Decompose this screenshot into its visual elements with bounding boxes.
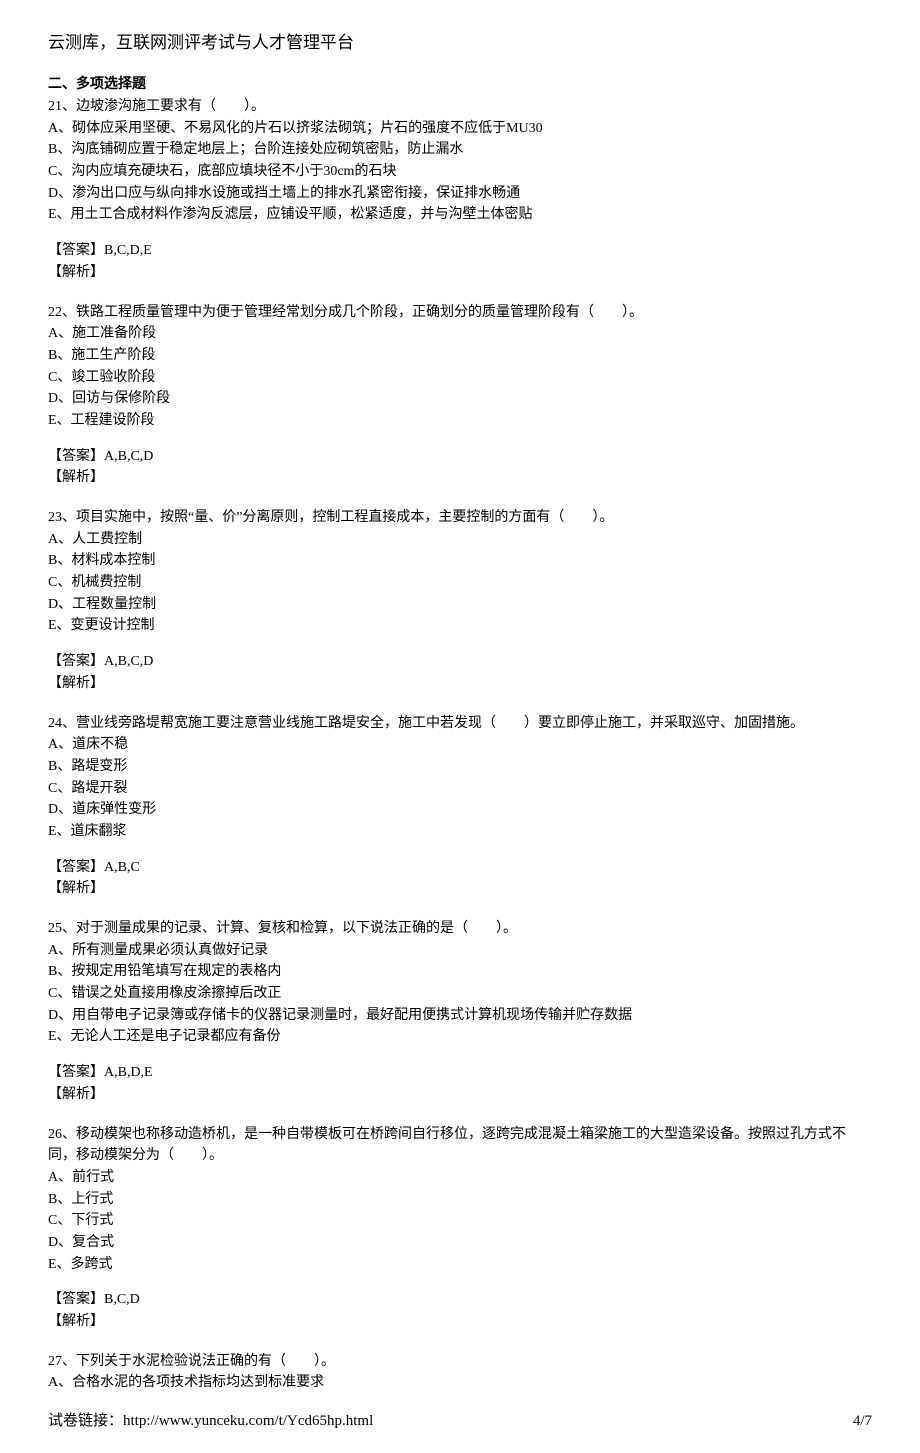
- spacer: [48, 1337, 872, 1351]
- question-block: 23、项目实施中，按照“量、价”分离原则，控制工程直接成本，主要控制的方面有（ …: [48, 507, 872, 695]
- question-option: D、复合式: [48, 1232, 872, 1254]
- question-option: E、工程建设阶段: [48, 410, 872, 432]
- spacer: [48, 493, 872, 507]
- answer-text: 【答案】A,B,C,D: [48, 446, 872, 468]
- footer-paper-link: 试卷链接：http://www.yunceku.com/t/Ycd65hp.ht…: [48, 1410, 373, 1433]
- question-block: 24、营业线旁路堤帮宽施工要注意营业线施工路堤安全，施工中若发现（ ）要立即停止…: [48, 713, 872, 901]
- analysis-text: 【解析】: [48, 1311, 872, 1333]
- question-option: B、沟底铺砌应置于稳定地层上；台阶连接处应砌筑密贴，防止漏水: [48, 139, 872, 161]
- question-option: C、竣工验收阶段: [48, 367, 872, 389]
- question-option: C、下行式: [48, 1210, 872, 1232]
- spacer: [48, 288, 872, 302]
- question-stem: 22、铁路工程质量管理中为便于管理经常划分成几个阶段，正确划分的质量管理阶段有（…: [48, 302, 872, 324]
- question-stem: 26、移动模架也称移动造桥机，是一种自带模板可在桥跨间自行移位，逐跨完成混凝土箱…: [48, 1124, 872, 1167]
- question-option: D、工程数量控制: [48, 594, 872, 616]
- question-stem: 24、营业线旁路堤帮宽施工要注意营业线施工路堤安全，施工中若发现（ ）要立即停止…: [48, 713, 872, 735]
- question-block: 25、对于测量成果的记录、计算、复核和检算，以下说法正确的是（ ）。 A、所有测…: [48, 918, 872, 1106]
- question-option: B、材料成本控制: [48, 550, 872, 572]
- question-option: A、所有测量成果必须认真做好记录: [48, 940, 872, 962]
- section-heading: 二、多项选择题: [48, 74, 872, 96]
- analysis-text: 【解析】: [48, 467, 872, 489]
- question-block: 26、移动模架也称移动造桥机，是一种自带模板可在桥跨间自行移位，逐跨完成混凝土箱…: [48, 1124, 872, 1333]
- question-option: E、多跨式: [48, 1254, 872, 1276]
- answer-text: 【答案】A,B,C: [48, 857, 872, 879]
- question-block: 27、下列关于水泥检验说法正确的有（ ）。 A、合格水泥的各项技术指标均达到标准…: [48, 1351, 872, 1394]
- question-stem: 27、下列关于水泥检验说法正确的有（ ）。: [48, 1351, 872, 1373]
- question-option: A、道床不稳: [48, 734, 872, 756]
- question-option: B、按规定用铅笔填写在规定的表格内: [48, 961, 872, 983]
- question-option: C、路堤开裂: [48, 778, 872, 800]
- spacer: [48, 904, 872, 918]
- question-stem: 21、边坡渗沟施工要求有（ ）。: [48, 96, 872, 118]
- analysis-text: 【解析】: [48, 673, 872, 695]
- answer-text: 【答案】A,B,D,E: [48, 1062, 872, 1084]
- question-option: E、道床翻浆: [48, 821, 872, 843]
- question-option: B、路堤变形: [48, 756, 872, 778]
- footer-page-number: 4/7: [853, 1410, 872, 1433]
- question-option: A、人工费控制: [48, 529, 872, 551]
- question-option: B、上行式: [48, 1189, 872, 1211]
- question-option: D、道床弹性变形: [48, 799, 872, 821]
- analysis-text: 【解析】: [48, 262, 872, 284]
- page-footer: 试卷链接：http://www.yunceku.com/t/Ycd65hp.ht…: [48, 1410, 872, 1433]
- question-option: A、前行式: [48, 1167, 872, 1189]
- answer-text: 【答案】A,B,C,D: [48, 651, 872, 673]
- question-stem: 23、项目实施中，按照“量、价”分离原则，控制工程直接成本，主要控制的方面有（ …: [48, 507, 872, 529]
- question-option: A、施工准备阶段: [48, 323, 872, 345]
- question-option: D、回访与保修阶段: [48, 388, 872, 410]
- question-block: 21、边坡渗沟施工要求有（ ）。 A、砌体应采用坚硬、不易风化的片石以挤浆法砌筑…: [48, 96, 872, 284]
- question-option: D、渗沟出口应与纵向排水设施或挡土墙上的排水孔紧密衔接，保证排水畅通: [48, 183, 872, 205]
- spacer: [48, 699, 872, 713]
- question-stem: 25、对于测量成果的记录、计算、复核和检算，以下说法正确的是（ ）。: [48, 918, 872, 940]
- question-option: E、用土工合成材料作渗沟反滤层，应铺设平顺，松紧适度，并与沟壁土体密贴: [48, 204, 872, 226]
- analysis-text: 【解析】: [48, 1084, 872, 1106]
- question-block: 22、铁路工程质量管理中为便于管理经常划分成几个阶段，正确划分的质量管理阶段有（…: [48, 302, 872, 490]
- spacer: [48, 1110, 872, 1124]
- question-option: C、机械费控制: [48, 572, 872, 594]
- analysis-text: 【解析】: [48, 878, 872, 900]
- question-option: E、变更设计控制: [48, 615, 872, 637]
- answer-text: 【答案】B,C,D,E: [48, 240, 872, 262]
- question-option: D、用自带电子记录簿或存储卡的仪器记录测量时，最好配用便携式计算机现场传输并贮存…: [48, 1005, 872, 1027]
- question-option: E、无论人工还是电子记录都应有备份: [48, 1026, 872, 1048]
- page-header-title: 云测库，互联网测评考试与人才管理平台: [48, 30, 872, 56]
- question-option: A、砌体应采用坚硬、不易风化的片石以挤浆法砌筑；片石的强度不应低于MU30: [48, 118, 872, 140]
- question-option: A、合格水泥的各项技术指标均达到标准要求: [48, 1372, 872, 1394]
- question-option: C、错误之处直接用橡皮涂擦掉后改正: [48, 983, 872, 1005]
- answer-text: 【答案】B,C,D: [48, 1289, 872, 1311]
- question-option: C、沟内应填充硬块石，底部应填块径不小于30cm的石块: [48, 161, 872, 183]
- question-option: B、施工生产阶段: [48, 345, 872, 367]
